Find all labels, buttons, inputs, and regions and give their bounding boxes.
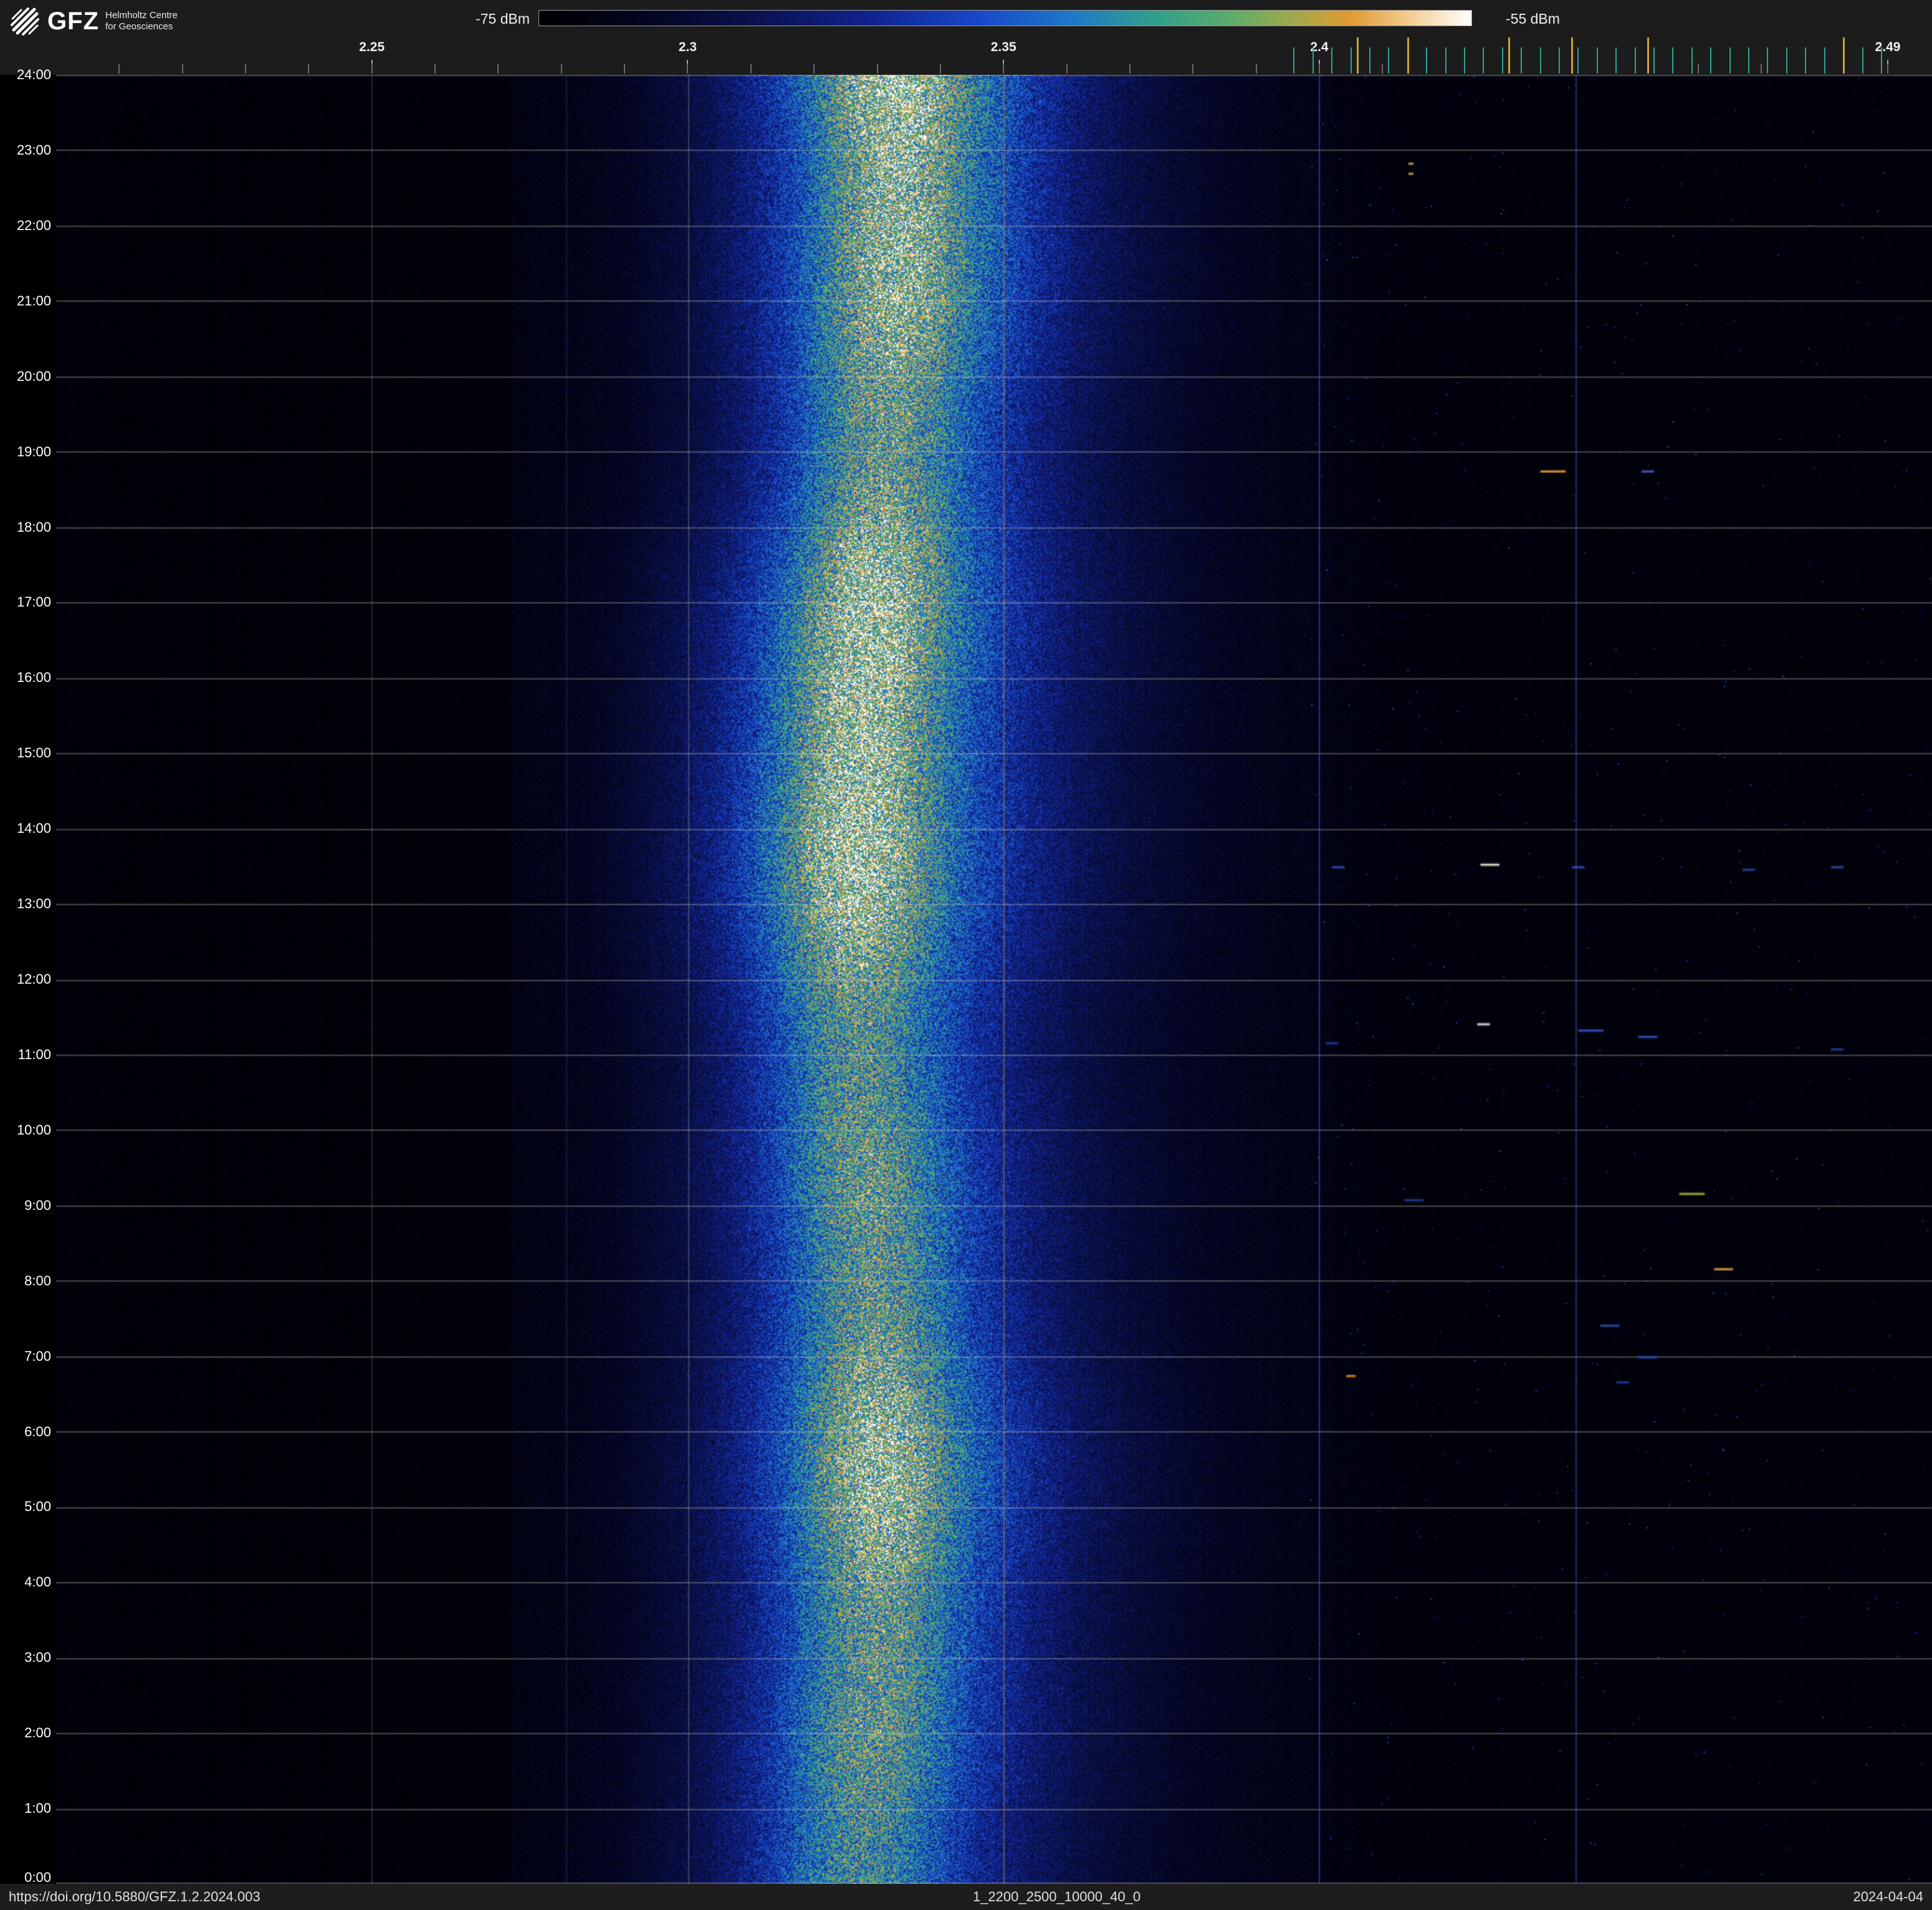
time-tick-label: 15:00	[16, 745, 51, 761]
time-tick-label: 6:00	[24, 1423, 51, 1439]
time-tick-label: 21:00	[16, 292, 51, 309]
status-bar: https://doi.org/10.5880/GFZ.1.2.2024.003…	[0, 1884, 1932, 1910]
date-label: 2024-04-04	[1853, 1889, 1923, 1904]
time-tick-label: 20:00	[16, 368, 51, 384]
time-tick-label: 10:00	[16, 1121, 51, 1138]
time-tick-label: 17:00	[16, 594, 51, 610]
colorbar-max-label: -55 dBm	[1506, 11, 1560, 27]
spectrogram-plot	[56, 75, 1932, 1884]
dataset-id-label: 1_2200_2500_10000_40_0	[972, 1889, 1141, 1904]
time-tick-label: 9:00	[24, 1197, 51, 1213]
time-tick-label: 7:00	[24, 1348, 51, 1364]
time-tick-label: 2:00	[24, 1725, 51, 1741]
time-axis: 0:00 1:00 2:00 3:00 4:00 5:00 6:00 7:00 8:00 9:00…	[0, 0, 56, 1910]
time-tick-label: 23:00	[16, 142, 51, 158]
time-tick-label: 1:00	[24, 1800, 51, 1816]
colorbar-min-label: -75 dBm	[476, 11, 530, 27]
time-tick-label: 16:00	[16, 669, 51, 686]
colorbar-wrap: -75 dBm -55 dBm	[0, 9, 1932, 27]
doi-link[interactable]: https://doi.org/10.5880/GFZ.1.2.2024.003	[9, 1889, 261, 1905]
time-tick-label: 18:00	[16, 519, 51, 535]
time-tick-label: 3:00	[24, 1649, 51, 1666]
time-tick-label: 8:00	[24, 1272, 51, 1289]
time-tick-label: 14:00	[16, 820, 51, 837]
time-tick-label: 11:00	[17, 1046, 51, 1062]
spectrogram-canvas	[56, 75, 1932, 1884]
header-bar: GFZ Helmholtz Centre for Geosciences -75…	[0, 0, 1932, 75]
time-tick-label: 4:00	[24, 1574, 51, 1590]
time-tick-label: 22:00	[16, 217, 51, 233]
time-tick-label: 12:00	[16, 971, 51, 987]
time-tick-label: 19:00	[16, 443, 51, 459]
time-tick-label: 5:00	[24, 1499, 51, 1515]
time-tick-label: 13:00	[16, 896, 51, 912]
colorbar-gradient	[538, 10, 1472, 26]
